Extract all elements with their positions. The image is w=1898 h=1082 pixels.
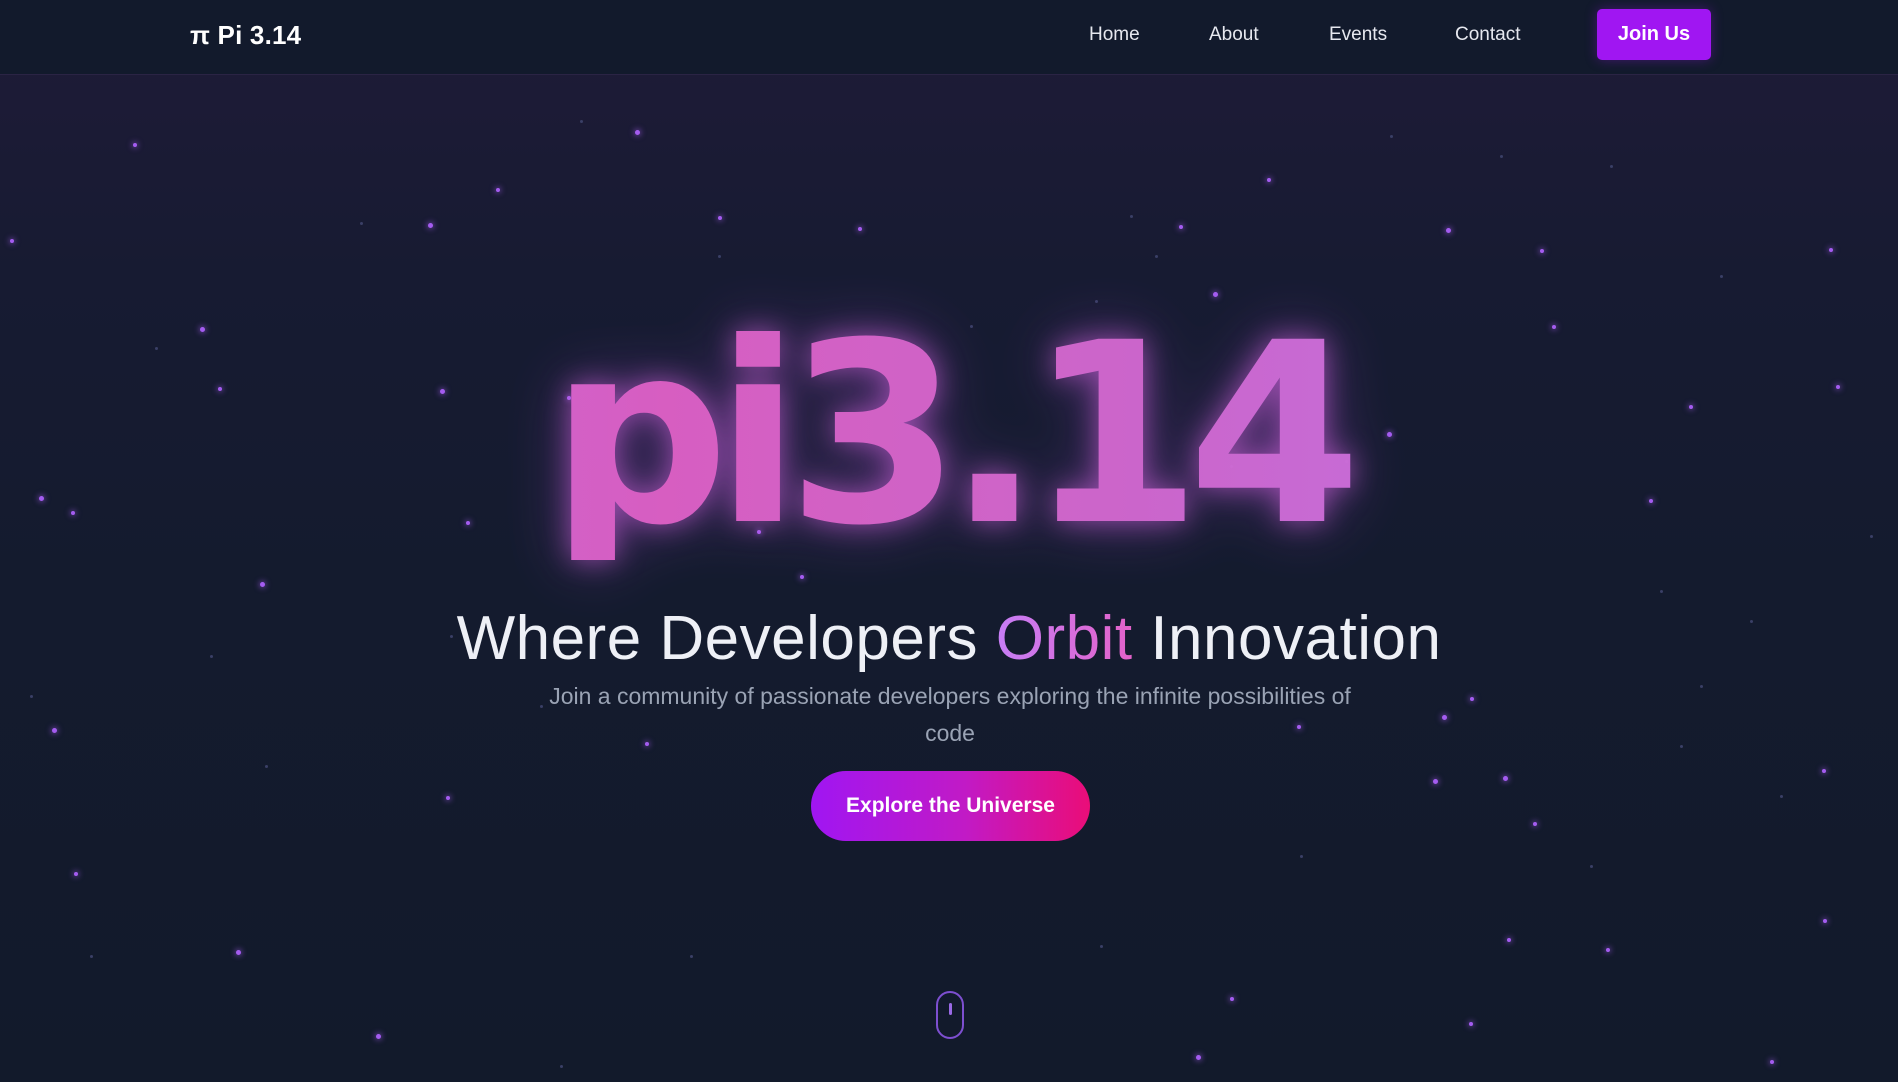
star <box>1533 822 1537 826</box>
tagline-start: Where Developers <box>456 604 996 673</box>
star <box>1196 1055 1201 1060</box>
star <box>376 1034 381 1039</box>
star <box>1230 997 1234 1001</box>
star <box>446 796 450 800</box>
star-dim <box>1500 155 1503 158</box>
star <box>1267 178 1271 182</box>
star-dim <box>360 222 363 225</box>
star-dim <box>30 695 33 698</box>
tagline-accent-word: Orbit <box>995 604 1133 673</box>
star-dim <box>1155 255 1158 258</box>
star-dim <box>580 120 583 123</box>
star <box>260 582 265 587</box>
star <box>10 239 14 243</box>
star <box>1446 228 1451 233</box>
star-dim <box>1610 165 1613 168</box>
nav-link-about[interactable]: About <box>1209 24 1259 46</box>
star-dim <box>1660 590 1663 593</box>
mouse-scroll-icon[interactable] <box>936 991 964 1039</box>
star-dim <box>718 255 721 258</box>
star <box>718 216 722 220</box>
star-dim <box>1300 855 1303 858</box>
star <box>428 223 433 228</box>
star <box>1823 919 1827 923</box>
navbar: π Pi 3.14 Home About Events Contact Join… <box>0 0 1898 75</box>
explore-universe-button[interactable]: Explore the Universe <box>811 771 1090 841</box>
star <box>858 227 862 231</box>
star <box>52 728 57 733</box>
star <box>1822 769 1826 773</box>
star <box>74 872 78 876</box>
star <box>1829 248 1833 252</box>
star <box>1433 779 1438 784</box>
nav-link-events[interactable]: Events <box>1329 24 1387 46</box>
star-dim <box>90 955 93 958</box>
star <box>1540 249 1544 253</box>
star <box>496 188 500 192</box>
hero-tagline: Where Developers Orbit Innovation <box>0 603 1898 674</box>
star-dim <box>1590 865 1593 868</box>
star-dim <box>1720 275 1723 278</box>
page: π Pi 3.14 Home About Events Contact Join… <box>0 0 1898 1082</box>
star <box>635 130 640 135</box>
star-dim <box>1130 215 1133 218</box>
tagline-end: Innovation <box>1132 604 1442 673</box>
star-dim <box>1700 685 1703 688</box>
star <box>1770 1060 1774 1064</box>
star <box>133 143 137 147</box>
star-dim <box>1780 795 1783 798</box>
star <box>1470 697 1474 701</box>
star <box>1469 1022 1473 1026</box>
star <box>236 950 241 955</box>
star-dim <box>1100 945 1103 948</box>
star <box>1179 225 1183 229</box>
star <box>1507 938 1511 942</box>
star-dim <box>265 765 268 768</box>
star-dim <box>690 955 693 958</box>
nav-link-contact[interactable]: Contact <box>1455 24 1520 46</box>
star <box>1606 948 1610 952</box>
scroll-wheel-indicator <box>949 1003 952 1015</box>
star-dim <box>560 1065 563 1068</box>
brand-logo[interactable]: π Pi 3.14 <box>190 20 301 51</box>
star-dim <box>1680 745 1683 748</box>
star <box>1503 776 1508 781</box>
nav-link-home[interactable]: Home <box>1089 24 1140 46</box>
star-dim <box>1390 135 1393 138</box>
star <box>1442 715 1447 720</box>
join-us-button[interactable]: Join Us <box>1597 9 1711 60</box>
hero-logo-text: pi3.14 <box>0 310 1898 560</box>
hero-subtitle: Join a community of passionate developer… <box>549 683 1351 746</box>
